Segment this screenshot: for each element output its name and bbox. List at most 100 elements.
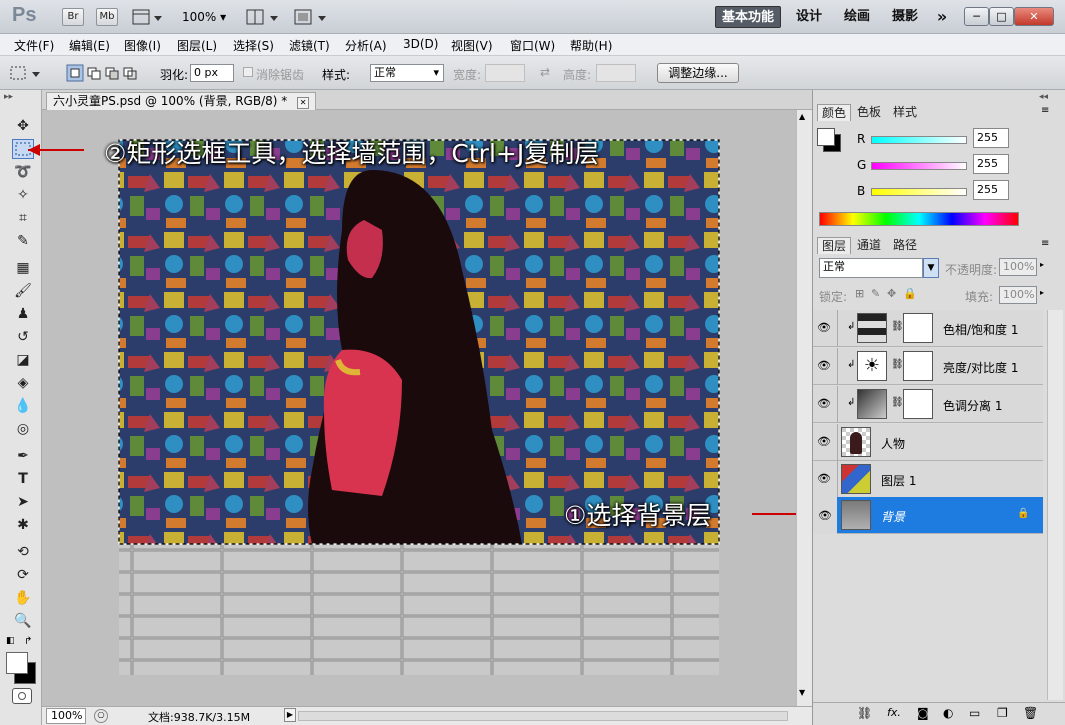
scroll-up-icon[interactable]: ▲ [799, 112, 805, 121]
foreground-color-swatch[interactable] [6, 652, 28, 674]
height-input[interactable] [596, 64, 636, 82]
fill-input[interactable]: 100% [999, 286, 1037, 304]
swap-colors-icon[interactable]: ↱ [24, 636, 38, 648]
workspace-photography[interactable]: 摄影 [888, 6, 922, 28]
vertical-scrollbar[interactable]: ▲ ▼ [796, 110, 812, 706]
menu-3d[interactable]: 3D(D) [403, 37, 438, 51]
status-menu-arrow-icon[interactable]: ▶ [284, 708, 296, 722]
screen-mode-dropdown[interactable] [294, 8, 330, 26]
move-tool-icon[interactable]: ✥ [12, 116, 34, 136]
adjustment-layer-icon[interactable]: ◐ [943, 706, 953, 720]
subtract-from-selection-icon[interactable] [105, 67, 119, 80]
fill-arrow-icon[interactable]: ▸ [1040, 288, 1044, 297]
type-tool-icon[interactable]: T [12, 469, 34, 489]
zoom-level-dropdown[interactable]: 100% ▾ [182, 10, 226, 24]
lock-all-icon[interactable]: 🔒 [903, 287, 917, 300]
channel-r-slider[interactable] [871, 136, 967, 144]
horizontal-scrollbar[interactable] [298, 711, 788, 721]
workspace-painting[interactable]: 绘画 [840, 6, 874, 28]
workspace-basic[interactable]: 基本功能 [715, 6, 781, 28]
tab-swatches[interactable]: 色板 [853, 104, 885, 121]
delete-layer-icon[interactable]: 🗑 [1023, 706, 1038, 720]
view-extras-dropdown[interactable] [132, 8, 164, 26]
quick-mask-icon[interactable] [12, 688, 32, 704]
lock-position-icon[interactable]: ✥ [887, 287, 896, 300]
layer-visibility-icon[interactable]: 👁 [817, 397, 831, 411]
menu-window[interactable]: 窗口(W) [510, 37, 555, 54]
link-layers-icon[interactable]: ⛓ [857, 706, 872, 720]
layer-mask-icon[interactable]: ◙ [917, 706, 929, 720]
zoom-status-input[interactable]: 100% [46, 708, 86, 724]
zoom-tool-icon[interactable]: 🔍 [12, 611, 34, 631]
maximize-button[interactable]: □ [989, 7, 1014, 26]
opacity-arrow-icon[interactable]: ▸ [1040, 260, 1044, 269]
refine-edge-button[interactable]: 调整边缘... [657, 63, 739, 83]
tab-color[interactable]: 颜色 [817, 104, 852, 121]
layer-visibility-icon[interactable]: 👁 [817, 321, 831, 335]
channel-g-slider[interactable] [871, 162, 967, 170]
menu-select[interactable]: 选择(S) [233, 37, 274, 54]
channel-g-input[interactable]: 255 [973, 154, 1009, 174]
layer-row-layer1[interactable]: 👁 图层 1 [813, 461, 1043, 498]
default-colors-icon[interactable]: ◧ [6, 636, 20, 648]
arrange-documents-dropdown[interactable] [246, 8, 282, 26]
color-spectrum-bar[interactable] [819, 212, 1019, 226]
layer-visibility-icon[interactable]: 👁 [817, 435, 831, 449]
path-selection-tool-icon[interactable]: ➤ [12, 492, 34, 512]
intersect-selection-icon[interactable] [123, 67, 137, 80]
channel-r-input[interactable]: 255 [973, 128, 1009, 148]
new-layer-icon[interactable]: ❐ [997, 706, 1008, 720]
collapse-panels-icon[interactable]: ◂◂ [1039, 92, 1048, 102]
layer-row-background[interactable]: 👁 背景 🔒 [813, 497, 1043, 534]
minimize-button[interactable]: ─ [964, 7, 989, 26]
lock-image-icon[interactable]: ✎ [871, 287, 880, 300]
menu-layer[interactable]: 图层(L) [177, 37, 217, 54]
status-info-icon[interactable]: ⎔ [94, 709, 108, 723]
pen-tool-icon[interactable]: ✒ [12, 446, 34, 466]
tab-styles[interactable]: 样式 [889, 104, 921, 121]
menu-filter[interactable]: 滤镜(T) [289, 37, 330, 54]
channel-b-slider[interactable] [871, 188, 967, 196]
tool-preset-picker[interactable] [8, 64, 50, 82]
blur-tool-icon[interactable]: 💧 [12, 396, 34, 416]
spot-healing-tool-icon[interactable]: ▦ [12, 258, 34, 278]
brush-tool-icon[interactable]: 🖌 [12, 281, 34, 301]
document-tab[interactable]: 六小灵童PS.psd @ 100% (背景, RGB/8) * ✕ [46, 92, 317, 110]
clone-stamp-tool-icon[interactable]: ♟ [12, 304, 34, 324]
dodge-tool-icon[interactable]: ◎ [12, 419, 34, 439]
menu-analysis[interactable]: 分析(A) [345, 37, 387, 54]
color-panel-menu-icon[interactable]: ≡ [1041, 105, 1049, 116]
collapse-tools-icon[interactable]: ▸▸ [4, 92, 13, 102]
custom-shape-tool-icon[interactable]: ✱ [12, 515, 34, 535]
tab-channels[interactable]: 通道 [853, 237, 885, 254]
history-brush-tool-icon[interactable]: ↺ [12, 327, 34, 347]
crop-tool-icon[interactable]: ⌗ [12, 208, 34, 228]
add-to-selection-icon[interactable] [87, 67, 101, 80]
mini-bridge-button[interactable]: Mb [96, 8, 118, 26]
blend-mode-chevron-icon[interactable]: ▼ [923, 258, 939, 278]
swap-dimensions-icon[interactable]: ⇄ [540, 65, 550, 79]
style-select[interactable]: 正常 ▾ [370, 64, 444, 82]
close-document-icon[interactable]: ✕ [297, 97, 310, 109]
new-group-icon[interactable]: ▭ [969, 706, 980, 720]
lock-transparent-icon[interactable]: ⊞ [855, 287, 864, 300]
width-input[interactable] [485, 64, 525, 82]
close-button[interactable]: ✕ [1014, 7, 1054, 26]
hand-tool-icon[interactable]: ✋ [12, 588, 34, 608]
3d-orbit-tool-icon[interactable]: ⟳ [12, 565, 34, 585]
workspace-design[interactable]: 设计 [792, 6, 826, 28]
canvas-area[interactable]: ②矩形选框工具，选择墙范围，Ctrl+J复制层 ①选择背景层 [28, 110, 808, 706]
paint-bucket-tool-icon[interactable]: ◈ [12, 373, 34, 393]
layers-scrollbar[interactable] [1047, 310, 1063, 700]
layer-row-posterize[interactable]: 👁 ↲ ⛓ 色调分离 1 [813, 386, 1043, 423]
lasso-tool-icon[interactable]: ➰ [12, 162, 34, 182]
more-workspaces-button[interactable]: » [930, 6, 954, 28]
layer-visibility-icon[interactable]: 👁 [817, 359, 831, 373]
layer-style-icon[interactable]: fx. [887, 706, 901, 719]
layer-row-brightness-contrast[interactable]: 👁 ↲ ☀ ⛓ 亮度/对比度 1 [813, 348, 1043, 385]
blend-mode-select[interactable]: 正常 [819, 258, 923, 278]
menu-edit[interactable]: 编辑(E) [69, 37, 110, 54]
channel-b-input[interactable]: 255 [973, 180, 1009, 200]
menu-file[interactable]: 文件(F) [14, 37, 54, 54]
bridge-button[interactable]: Br [62, 8, 84, 26]
